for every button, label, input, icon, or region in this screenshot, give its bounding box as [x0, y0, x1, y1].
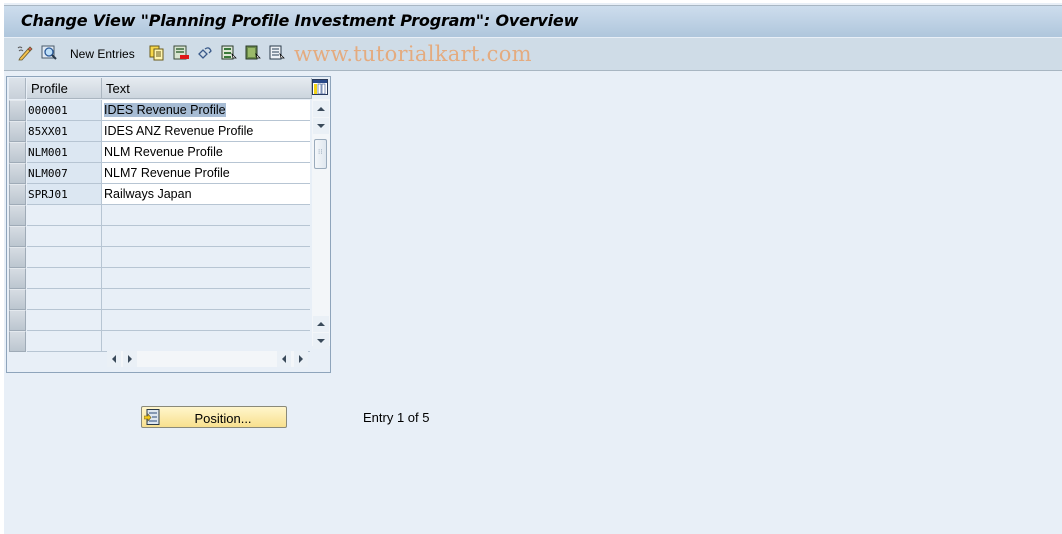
cell-profile[interactable]: NLM007 — [27, 163, 102, 184]
row-selector[interactable] — [9, 310, 26, 331]
cell-text-input[interactable]: IDES ANZ Revenue Profile — [102, 121, 310, 142]
row-selector[interactable] — [9, 247, 26, 268]
row-selector[interactable] — [9, 100, 26, 121]
copy-as-icon[interactable] — [149, 45, 165, 61]
cell-profile[interactable]: 000001 — [27, 100, 102, 121]
cell-profile — [27, 247, 102, 268]
scrollbar-thumb[interactable]: ⁞⁞ — [314, 139, 327, 169]
table-row — [7, 205, 312, 226]
display-change-icon[interactable] — [17, 45, 33, 61]
position-button-label: Position... — [194, 411, 252, 426]
entry-status: Entry 1 of 5 — [363, 410, 430, 425]
table-row — [7, 268, 312, 289]
details-icon[interactable] — [41, 45, 57, 61]
cell-profile — [27, 310, 102, 331]
column-header-text[interactable]: Text — [102, 78, 312, 99]
scroll-page-up-button[interactable] — [313, 316, 329, 332]
scroll-right-end-button[interactable] — [294, 351, 308, 367]
row-selector[interactable] — [9, 163, 26, 184]
cell-profile — [27, 205, 102, 226]
cell-text-input — [102, 226, 310, 247]
column-configuration-icon[interactable] — [312, 79, 328, 95]
table-control: Profile Text 000001 IDES Revenue Profile 8… — [6, 76, 331, 373]
cell-text-value: NLM7 Revenue Profile — [104, 166, 230, 180]
cell-text-value: NLM Revenue Profile — [104, 145, 223, 159]
cell-text-value: IDES Revenue Profile — [104, 103, 226, 117]
table-row: NLM001 NLM Revenue Profile — [7, 142, 312, 163]
sap-window: Change View "Planning Profile Investment… — [4, 3, 1062, 534]
column-header-profile[interactable]: Profile — [27, 78, 102, 99]
select-all-icon[interactable] — [221, 45, 237, 61]
horizontal-scrollbar[interactable] — [107, 351, 308, 367]
table-row: 85XX01 IDES ANZ Revenue Profile — [7, 121, 312, 142]
cell-profile — [27, 289, 102, 310]
cell-text-value: Railways Japan — [104, 187, 192, 201]
cell-text-input — [102, 247, 310, 268]
cell-text-input — [102, 331, 310, 352]
select-all-rows-button[interactable] — [9, 78, 26, 99]
application-toolbar: New Entries www.tutorialkart.com — [4, 38, 1062, 71]
scroll-up-button[interactable] — [313, 101, 329, 117]
table-row: SPRJ01 Railways Japan — [7, 184, 312, 205]
table-header: Profile Text — [7, 78, 330, 99]
cell-profile[interactable]: NLM001 — [27, 142, 102, 163]
delete-icon[interactable] — [173, 45, 189, 61]
cell-text-input — [102, 268, 310, 289]
cell-text-input — [102, 289, 310, 310]
row-selector[interactable] — [9, 331, 26, 352]
table-row — [7, 226, 312, 247]
title-bar: Change View "Planning Profile Investment… — [4, 5, 1062, 37]
deselect-all-icon[interactable] — [269, 45, 285, 61]
position-button[interactable]: Position... — [141, 406, 287, 428]
table-row — [7, 331, 312, 352]
table-row: NLM007 NLM7 Revenue Profile — [7, 163, 312, 184]
row-selector[interactable] — [9, 289, 26, 310]
cell-text-input[interactable]: IDES Revenue Profile — [102, 100, 310, 121]
scroll-page-down-button[interactable] — [313, 333, 329, 349]
table-row: 000001 IDES Revenue Profile — [7, 100, 312, 121]
cell-text-input — [102, 310, 310, 331]
row-selector[interactable] — [9, 205, 26, 226]
watermark-text: www.tutorialkart.com — [294, 42, 532, 66]
new-entries-button[interactable]: New Entries — [70, 47, 135, 61]
table-row — [7, 310, 312, 331]
cell-profile — [27, 331, 102, 352]
cell-profile[interactable]: SPRJ01 — [27, 184, 102, 205]
cell-text-value: IDES ANZ Revenue Profile — [104, 124, 254, 138]
undo-change-icon[interactable] — [197, 45, 213, 61]
scroll-left-end-button[interactable] — [277, 351, 291, 367]
row-selector[interactable] — [9, 142, 26, 163]
cell-profile[interactable]: 85XX01 — [27, 121, 102, 142]
scroll-right-button[interactable] — [123, 351, 137, 367]
select-block-icon[interactable] — [245, 45, 261, 61]
row-selector[interactable] — [9, 268, 26, 289]
cell-text-input[interactable]: Railways Japan — [102, 184, 310, 205]
scroll-down-button[interactable] — [313, 118, 329, 134]
cell-text-input — [102, 205, 310, 226]
table-row — [7, 247, 312, 268]
cell-text-input[interactable]: NLM Revenue Profile — [102, 142, 310, 163]
scroll-left-button[interactable] — [107, 351, 121, 367]
table-row — [7, 289, 312, 310]
cell-profile — [27, 226, 102, 247]
row-selector[interactable] — [9, 121, 26, 142]
page-title: Change View "Planning Profile Investment… — [21, 11, 579, 30]
vertical-scrollbar[interactable]: ⁞⁞ — [312, 99, 330, 349]
cell-text-input[interactable]: NLM7 Revenue Profile — [102, 163, 310, 184]
row-selector[interactable] — [9, 184, 26, 205]
cell-profile — [27, 268, 102, 289]
row-selector[interactable] — [9, 226, 26, 247]
